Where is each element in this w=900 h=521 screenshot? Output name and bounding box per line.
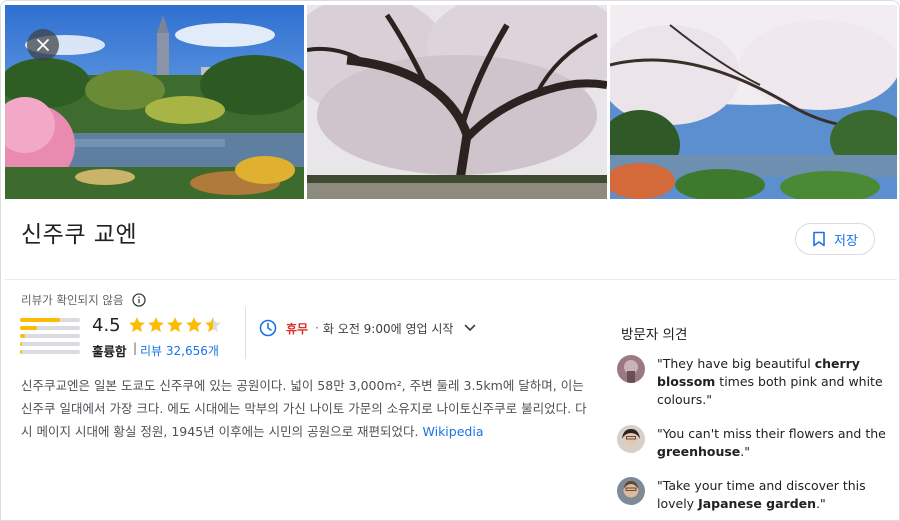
photo-strip (5, 5, 897, 199)
close-button[interactable] (27, 29, 59, 61)
star-icon (186, 317, 202, 332)
rating-stars (128, 316, 222, 334)
chevron-down-icon[interactable] (463, 321, 477, 335)
review-count-link[interactable]: 리뷰 32,656개 (140, 342, 219, 359)
rating-value: 4.5 (92, 315, 121, 336)
avatar (617, 425, 645, 453)
save-button[interactable]: 저장 (795, 223, 875, 255)
unverified-notice: 리뷰가 확인되지 않음 (21, 292, 146, 308)
star-icon (167, 317, 183, 332)
rating-bar-1 (20, 350, 80, 354)
bookmark-icon (813, 231, 825, 247)
wikipedia-link[interactable]: Wikipedia (423, 424, 484, 439)
vertical-divider (245, 307, 246, 359)
hours-separator: · (315, 321, 319, 335)
opinion-text: "You can't miss their flowers and the gr… (657, 426, 886, 459)
description-text: 신주쿠교엔은 일본 도쿄도 신주쿠에 있는 공원이다. 넓이 58만 3,000… (21, 378, 587, 439)
place-card: 신주쿠 교엔 저장 리뷰가 확인되지 않음 4.5 훌륭함 | 리뷰 32,65… (0, 0, 900, 521)
rating-bar-4 (20, 326, 80, 330)
rating-separator: | (133, 341, 138, 355)
place-description: 신주쿠교엔은 일본 도쿄도 신주쿠에 있는 공원이다. 넓이 58만 3,000… (21, 374, 587, 443)
rating-label: 훌륭함 (92, 344, 127, 359)
photo-cherry-tree[interactable] (307, 5, 607, 199)
star-icon (148, 317, 164, 332)
hours-next-open: 화 오전 9:00에 영업 시작 (322, 321, 454, 336)
opinions-title: 방문자 의견 (621, 327, 688, 343)
photo-blossom-pond[interactable] (610, 5, 897, 199)
rating-bar-3 (20, 334, 80, 338)
rating-bar-5 (20, 318, 80, 322)
section-divider (5, 279, 897, 280)
rating-bar-2 (20, 342, 80, 346)
opinion-text: "They have big beautiful cherry blossom … (657, 356, 883, 407)
star-icon (205, 317, 221, 332)
unverified-label: 리뷰가 확인되지 않음 (21, 293, 124, 307)
close-icon (37, 39, 49, 51)
star-icon (129, 317, 145, 332)
hours-status: 휴무 (286, 321, 309, 336)
hours-row[interactable]: 휴무 · 화 오전 9:00에 영업 시작 (259, 319, 477, 337)
place-title: 신주쿠 교엔 (21, 222, 138, 248)
avatar (617, 355, 645, 383)
avatar (617, 477, 645, 505)
save-button-label: 저장 (834, 233, 858, 249)
opinion-text: "Take your time and discover this lovely… (657, 478, 866, 511)
opinion-item: "Take your time and discover this lovely… (617, 477, 887, 513)
clock-icon (259, 319, 277, 337)
rating-distribution (20, 318, 80, 358)
info-icon[interactable] (131, 293, 146, 307)
opinion-item: "They have big beautiful cherry blossom … (617, 355, 887, 409)
opinion-item: "You can't miss their flowers and the gr… (617, 425, 887, 461)
